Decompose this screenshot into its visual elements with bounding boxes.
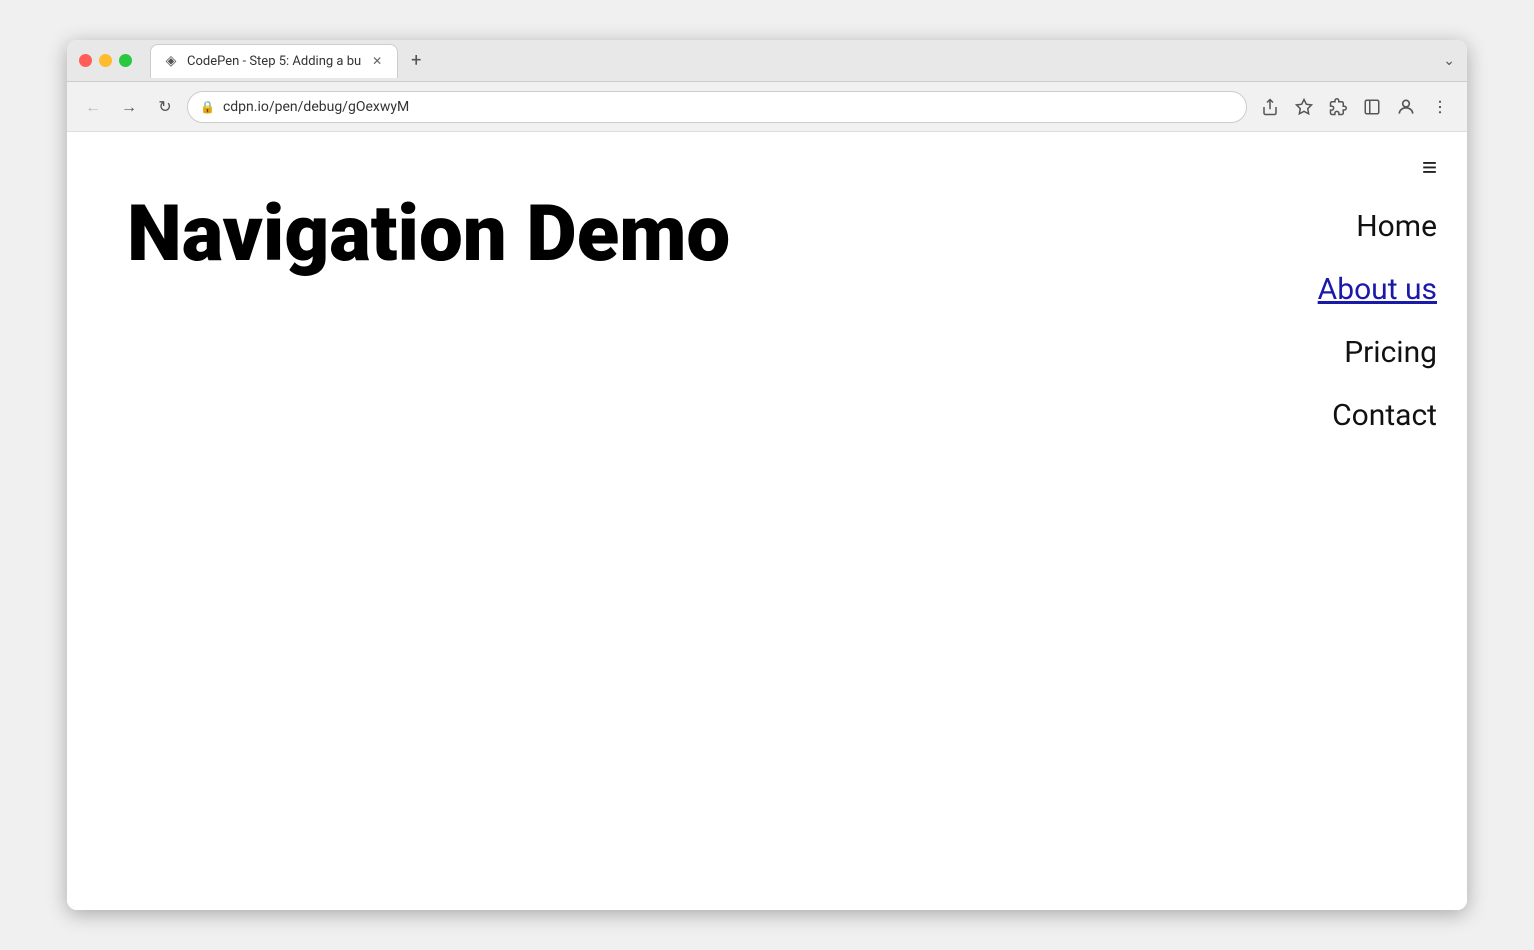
maximize-button[interactable] [119, 54, 132, 67]
back-button[interactable]: ← [79, 93, 107, 121]
tab-chevron-icon[interactable]: ⌄ [1443, 53, 1455, 69]
nav-link-pricing[interactable]: Pricing [1277, 321, 1437, 384]
nav-link-contact[interactable]: Contact [1277, 384, 1437, 447]
minimize-button[interactable] [99, 54, 112, 67]
extensions-button[interactable] [1323, 92, 1353, 122]
close-button[interactable] [79, 54, 92, 67]
nav-link-home[interactable]: Home [1277, 195, 1437, 258]
reload-button[interactable]: ↻ [151, 93, 179, 121]
bookmark-button[interactable] [1289, 92, 1319, 122]
share-button[interactable] [1255, 92, 1285, 122]
page-main: Navigation Demo [67, 132, 1247, 910]
address-actions [1255, 92, 1455, 122]
address-bar: ← → ↻ 🔒 cdpn.io/pen/debug/gOexwyM [67, 82, 1467, 132]
url-bar[interactable]: 🔒 cdpn.io/pen/debug/gOexwyM [187, 91, 1247, 123]
navigation-sidebar: ≡ Home About us Pricing Contact [1247, 132, 1467, 910]
hamburger-menu-icon[interactable]: ≡ [1422, 152, 1437, 183]
more-button[interactable] [1425, 92, 1455, 122]
tab-favicon-icon: ◈ [163, 53, 179, 69]
url-text: cdpn.io/pen/debug/gOexwyM [223, 99, 1234, 115]
new-tab-button[interactable]: + [402, 47, 430, 75]
traffic-lights [79, 54, 132, 67]
active-tab[interactable]: ◈ CodePen - Step 5: Adding a bu ✕ [150, 44, 398, 78]
sidebar-toggle-button[interactable] [1357, 92, 1387, 122]
browser-window: ◈ CodePen - Step 5: Adding a bu ✕ + ⌄ ← … [67, 40, 1467, 910]
nav-link-about[interactable]: About us [1277, 258, 1437, 321]
lock-icon: 🔒 [200, 100, 215, 114]
title-bar: ◈ CodePen - Step 5: Adding a bu ✕ + ⌄ [67, 40, 1467, 82]
page-title: Navigation Demo [127, 192, 1187, 278]
tab-title: CodePen - Step 5: Adding a bu [187, 54, 361, 69]
page-content: Navigation Demo ≡ Home About us Pricing … [67, 132, 1467, 910]
tab-close-button[interactable]: ✕ [369, 53, 385, 69]
nav-links: Home About us Pricing Contact [1277, 195, 1437, 447]
forward-button[interactable]: → [115, 93, 143, 121]
tab-bar: ◈ CodePen - Step 5: Adding a bu ✕ + ⌄ [150, 44, 1455, 78]
profile-button[interactable] [1391, 92, 1421, 122]
